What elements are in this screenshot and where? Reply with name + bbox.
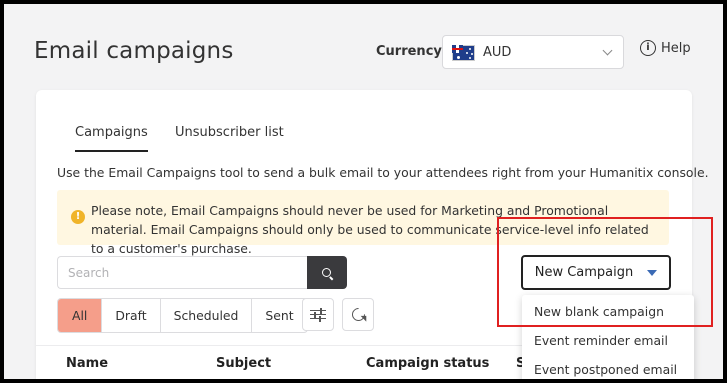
new-campaign-dropdown: New blank campaign Event reminder email … bbox=[522, 295, 694, 379]
notice-banner: ! Please note, Email Campaigns should ne… bbox=[57, 190, 669, 256]
currency-select[interactable]: AUD bbox=[442, 35, 624, 69]
filter-settings-button[interactable] bbox=[302, 298, 334, 331]
search-icon bbox=[322, 267, 334, 280]
column-header-name: Name bbox=[66, 356, 109, 371]
currency-value: AUD bbox=[483, 45, 512, 60]
filter-sent[interactable]: Sent bbox=[251, 299, 306, 332]
filter-all[interactable]: All bbox=[58, 299, 102, 332]
info-circle-icon: i bbox=[640, 40, 656, 56]
filter-draft[interactable]: Draft bbox=[101, 299, 159, 332]
currency-label: Currency: bbox=[376, 44, 448, 59]
status-filter-group: All Draft Scheduled Sent bbox=[57, 298, 308, 333]
tab-unsubscriber-list[interactable]: Unsubscriber list bbox=[175, 125, 284, 150]
caret-down-icon bbox=[647, 269, 658, 276]
menu-item-new-blank-campaign[interactable]: New blank campaign bbox=[534, 304, 664, 319]
help-label: Help bbox=[661, 40, 691, 56]
notice-text: Please note, Email Campaigns should neve… bbox=[91, 203, 649, 256]
chevron-down-icon bbox=[602, 45, 613, 56]
sliders-icon bbox=[310, 307, 326, 322]
refresh-icon bbox=[348, 305, 368, 324]
help-link[interactable]: i Help bbox=[640, 38, 691, 58]
description-text: Use the Email Campaigns tool to send a b… bbox=[57, 165, 709, 180]
refresh-button[interactable] bbox=[342, 298, 374, 331]
menu-item-event-postponed-email[interactable]: Event postponed email bbox=[534, 362, 677, 377]
exclamation-circle-icon: ! bbox=[71, 210, 85, 224]
australia-flag-icon bbox=[452, 45, 475, 61]
new-campaign-button[interactable]: New Campaign bbox=[521, 255, 671, 290]
tab-campaigns[interactable]: Campaigns bbox=[75, 125, 148, 152]
column-header-campaign-status: Campaign status bbox=[366, 356, 490, 371]
filter-scheduled[interactable]: Scheduled bbox=[159, 299, 252, 332]
search-button[interactable] bbox=[307, 256, 347, 289]
search-input[interactable] bbox=[57, 256, 307, 289]
column-header-subject: Subject bbox=[216, 356, 272, 371]
new-campaign-label: New Campaign bbox=[534, 265, 634, 280]
screenshot-frame: Email campaigns Currency: AUD i Help Cam… bbox=[0, 0, 727, 383]
menu-item-event-reminder-email[interactable]: Event reminder email bbox=[534, 333, 668, 348]
page-title: Email campaigns bbox=[34, 38, 234, 64]
